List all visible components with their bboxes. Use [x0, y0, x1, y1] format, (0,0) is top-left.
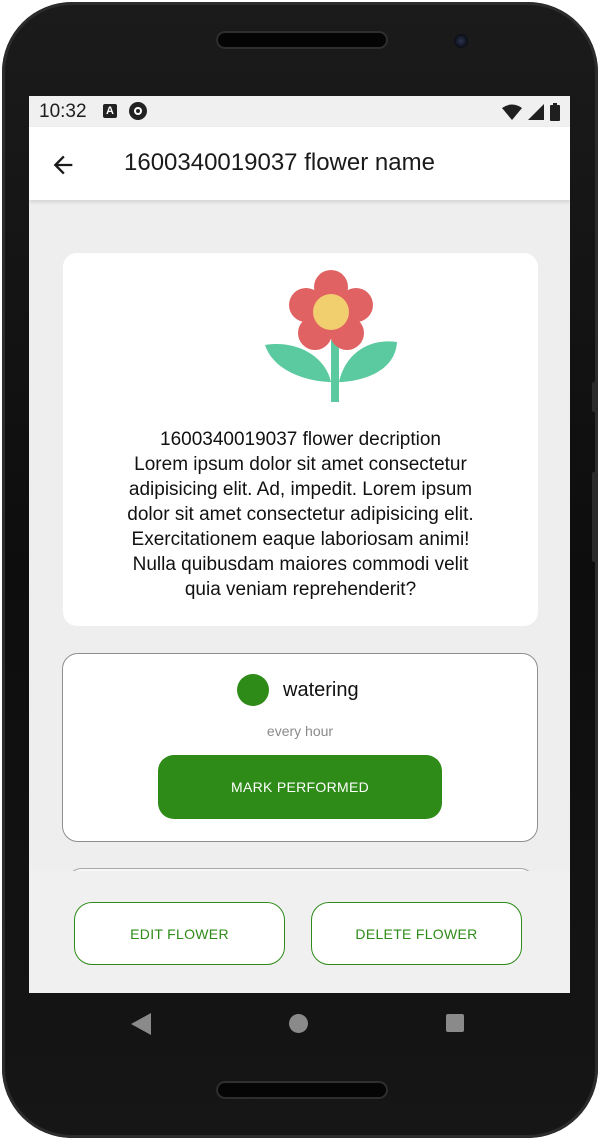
task-card: watering every hour MARK PERFORMED	[62, 653, 538, 842]
wifi-icon	[502, 104, 522, 120]
mark-performed-button[interactable]: MARK PERFORMED	[158, 755, 442, 819]
status-bar: 10:32 A	[29, 96, 570, 127]
page-title: 1600340019037 flower name	[124, 149, 435, 176]
flower-description: 1600340019037 flower decription Lorem ip…	[127, 429, 474, 600]
delete-flower-button[interactable]: DELETE FLOWER	[311, 902, 522, 965]
back-button[interactable]	[49, 151, 77, 179]
app-icon	[129, 102, 147, 120]
front-camera	[454, 34, 468, 48]
bottom-action-bar: EDIT FLOWER DELETE FLOWER	[29, 871, 570, 993]
status-time: 10:32	[39, 101, 87, 122]
nav-home-icon[interactable]	[289, 1014, 308, 1033]
arrow-left-icon	[53, 155, 73, 175]
system-icons	[502, 102, 560, 122]
top-speaker	[216, 31, 388, 49]
a-icon: A	[103, 104, 117, 118]
flower-icon	[265, 270, 397, 402]
edit-flower-button[interactable]: EDIT FLOWER	[74, 902, 285, 965]
signal-icon	[528, 104, 544, 120]
power-button	[592, 472, 598, 562]
battery-icon	[550, 103, 560, 121]
volume-button	[592, 382, 598, 412]
nav-recents-icon[interactable]	[446, 1014, 464, 1032]
nav-back-icon[interactable]	[131, 1013, 151, 1035]
task-name: watering	[283, 679, 359, 701]
task-frequency: every hour	[266, 723, 334, 739]
system-nav-bar	[29, 993, 570, 1055]
app-screen: 10:32 A 1600340019037 flower name 160034…	[29, 96, 570, 993]
task-status-dot	[237, 674, 269, 706]
flower-card: 1600340019037 flower decription Lorem ip…	[63, 253, 538, 626]
app-bar: 1600340019037 flower name	[29, 127, 570, 200]
bottom-speaker	[216, 1081, 388, 1099]
